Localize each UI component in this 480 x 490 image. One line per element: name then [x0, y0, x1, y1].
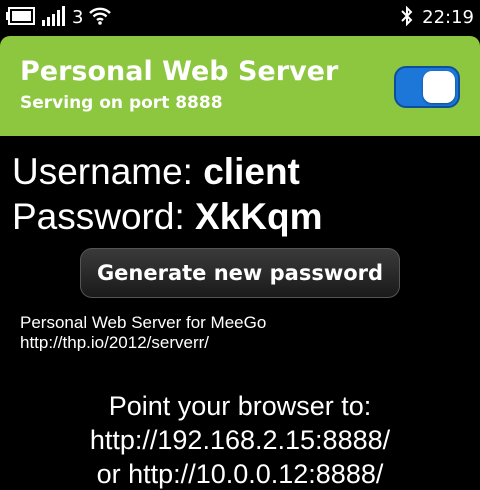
about-link[interactable]: http://thp.io/2012/serverr/ — [20, 333, 209, 351]
bluetooth-icon — [400, 5, 414, 32]
username-label: Username: — [12, 151, 193, 192]
status-right: 22:19 — [400, 5, 474, 32]
password-label: Password: — [12, 196, 185, 237]
server-address-primary: http://192.168.2.15:8888/ — [89, 425, 391, 455]
status-left: 3 — [6, 5, 112, 31]
battery-icon — [6, 6, 36, 30]
app-title: Personal Web Server — [20, 56, 339, 87]
server-status: Serving on port 8888 — [20, 93, 223, 113]
server-toggle[interactable] — [394, 66, 460, 108]
instructions-heading: Point your browser to: — [108, 391, 372, 421]
network-type: 3 — [72, 7, 84, 28]
password-value: XkKqm — [195, 196, 323, 237]
about-link-line[interactable]: http://thp.io/2012/serverr/ — [20, 333, 209, 351]
server-address-secondary: or http://10.0.0.12:8888/ — [96, 459, 384, 489]
status-bar: 3 22:19 — [0, 0, 480, 36]
wifi-icon — [89, 7, 112, 30]
clock: 22:19 — [422, 7, 474, 28]
password-line: Password: XkKqm — [12, 196, 323, 238]
username-value: client — [203, 151, 300, 192]
username-line: Username: client — [12, 151, 300, 193]
generate-password-button[interactable]: Generate new password — [80, 248, 400, 298]
app-header: Personal Web Server Serving on port 8888 — [0, 36, 480, 136]
about-name: Personal Web Server for MeeGo — [20, 313, 267, 332]
toggle-knob[interactable] — [423, 71, 455, 103]
signal-icon — [42, 5, 66, 31]
